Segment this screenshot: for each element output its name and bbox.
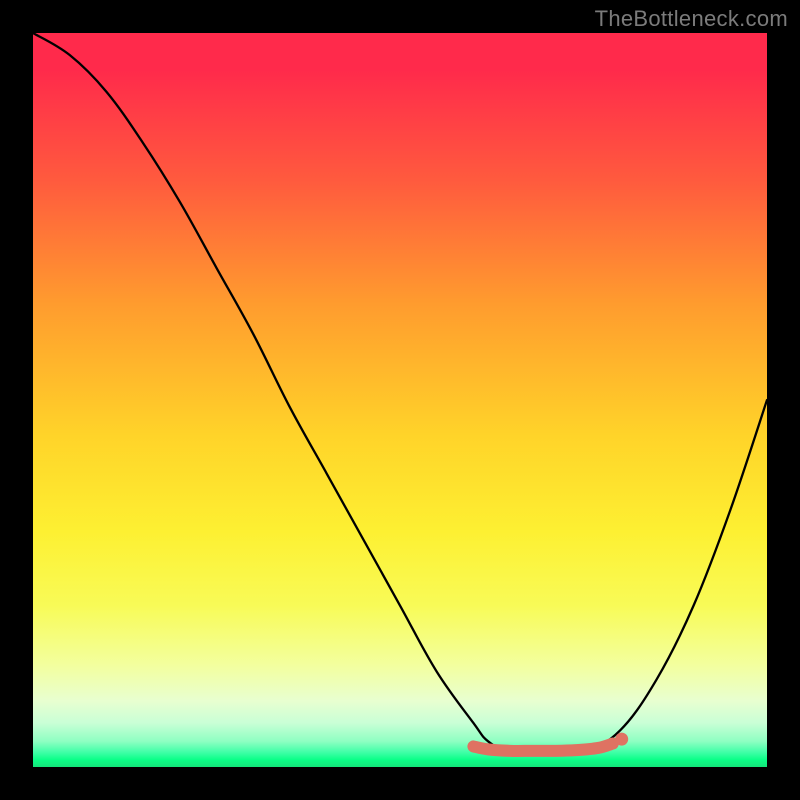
bottleneck-curve [33,33,767,754]
watermark-text: TheBottleneck.com [595,6,788,32]
sweet-spot-end-dot [615,733,628,746]
chart-svg [33,33,767,767]
plot-area [33,33,767,767]
sweet-spot-marker [473,744,612,751]
chart-frame: TheBottleneck.com [0,0,800,800]
